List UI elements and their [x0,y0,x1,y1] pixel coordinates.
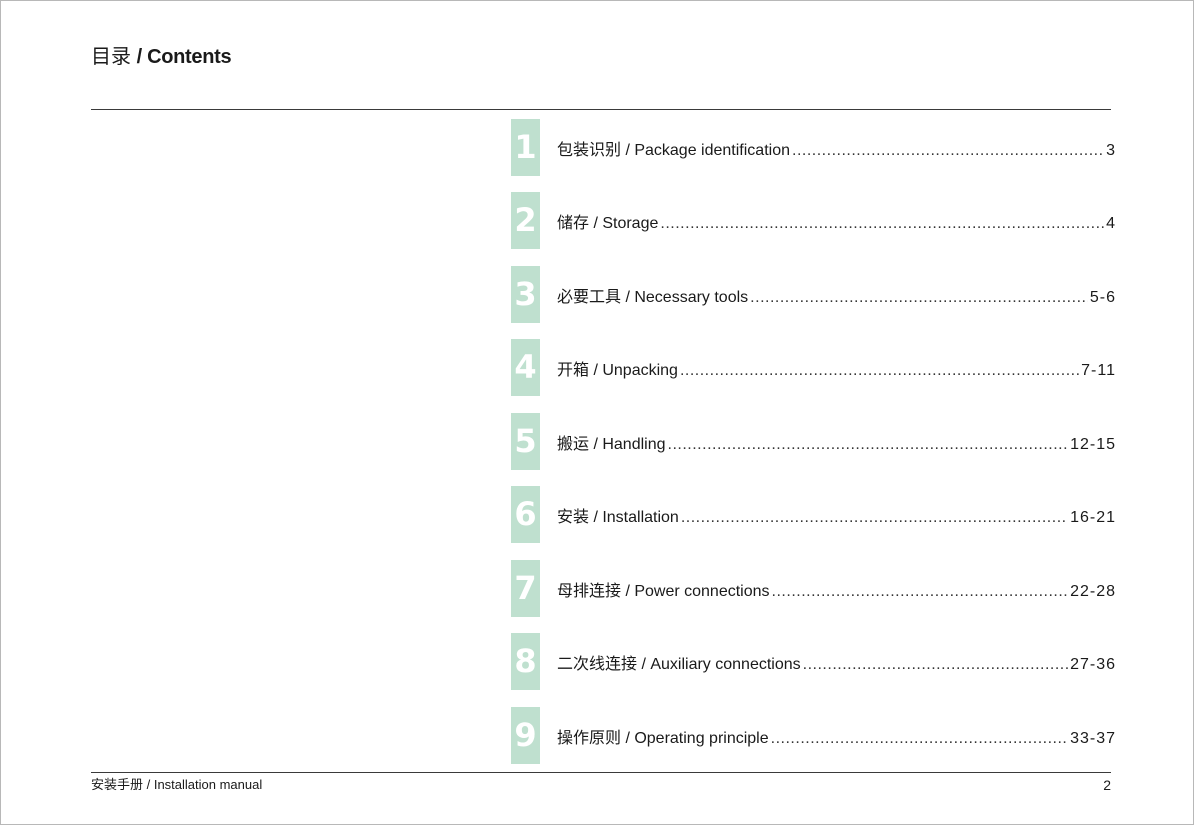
toc-page-range: 12-15 [1070,436,1116,453]
toc-label: 操作原则 / Operating principle [557,730,769,747]
toc-line: 开箱 / Unpacking 7-11 [557,360,1116,382]
toc-page-range: 3 [1106,142,1116,159]
dot-leader [681,507,1068,529]
toc-entry[interactable]: 9 操作原则 / Operating principle 33-37 [511,707,1116,764]
section-number-badge: 7 [511,560,540,617]
page-title-zh: 目录 [91,46,131,68]
toc-entry[interactable]: 2 储存 / Storage 4 [511,192,1116,249]
toc-label: 安装 / Installation [557,509,679,526]
toc-entry[interactable]: 6 安装 / Installation 16-21 [511,486,1116,543]
toc-page-range: 16-21 [1070,509,1116,526]
toc-line: 安装 / Installation 16-21 [557,507,1116,529]
page-title-en: / Contents [136,46,232,68]
footer-page-number: 2 [1103,777,1111,793]
toc-label: 二次线连接 / Auxiliary connections [557,656,801,673]
toc-label: 开箱 / Unpacking [557,362,678,379]
dot-leader [660,213,1104,235]
dot-leader [792,140,1104,162]
section-number-badge: 5 [511,413,540,470]
toc-entry[interactable]: 4 开箱 / Unpacking 7-11 [511,339,1116,396]
toc-line: 操作原则 / Operating principle 33-37 [557,728,1116,750]
toc-entry[interactable]: 3 必要工具 / Necessary tools 5-6 [511,266,1116,323]
toc-page-range: 33-37 [1070,730,1116,747]
toc-page-range: 7-11 [1081,362,1116,379]
toc-page-range: 4 [1106,215,1116,232]
toc-label: 包装识别 / Package identification [557,142,790,159]
section-number-badge: 3 [511,266,540,323]
toc-line: 母排连接 / Power connections 22-28 [557,581,1116,603]
toc-label: 储存 / Storage [557,215,659,232]
toc-entry[interactable]: 7 母排连接 / Power connections 22-28 [511,560,1116,617]
section-number-badge: 8 [511,633,540,690]
dot-leader [803,654,1068,676]
section-number-badge: 9 [511,707,540,764]
section-number-badge: 4 [511,339,540,396]
toc-entry[interactable]: 8 二次线连接 / Auxiliary connections 27-36 [511,633,1116,690]
toc-line: 储存 / Storage 4 [557,213,1116,235]
toc-line: 搬运 / Handling 12-15 [557,434,1116,456]
section-number-badge: 2 [511,192,540,249]
toc-entry[interactable]: 5 搬运 / Handling 12-15 [511,413,1116,470]
section-number-badge: 6 [511,486,540,543]
toc-line: 二次线连接 / Auxiliary connections 27-36 [557,654,1116,676]
toc-page-range: 5-6 [1089,289,1116,306]
toc-label: 搬运 / Handling [557,436,666,453]
footer-divider [91,772,1111,773]
dot-leader [771,728,1068,750]
toc-entry[interactable]: 1 包装识别 / Package identification 3 [511,119,1116,176]
footer-manual-title: 安装手册 / Installation manual [91,777,263,792]
toc-label: 必要工具 / Necessary tools [557,289,749,306]
toc-label: 母排连接 / Power connections [557,583,770,600]
header-divider [91,109,1111,110]
page-title: 目录 / Contents [91,44,232,70]
section-number-badge: 1 [511,119,540,176]
dot-leader [680,360,1079,382]
toc-line: 必要工具 / Necessary tools 5-6 [557,287,1116,309]
toc-line: 包装识别 / Package identification 3 [557,140,1116,162]
dot-leader [772,581,1069,603]
dot-leader [750,287,1088,309]
toc-page-range: 22-28 [1070,583,1116,600]
dot-leader [668,434,1069,456]
toc-page-range: 27-36 [1070,656,1116,673]
